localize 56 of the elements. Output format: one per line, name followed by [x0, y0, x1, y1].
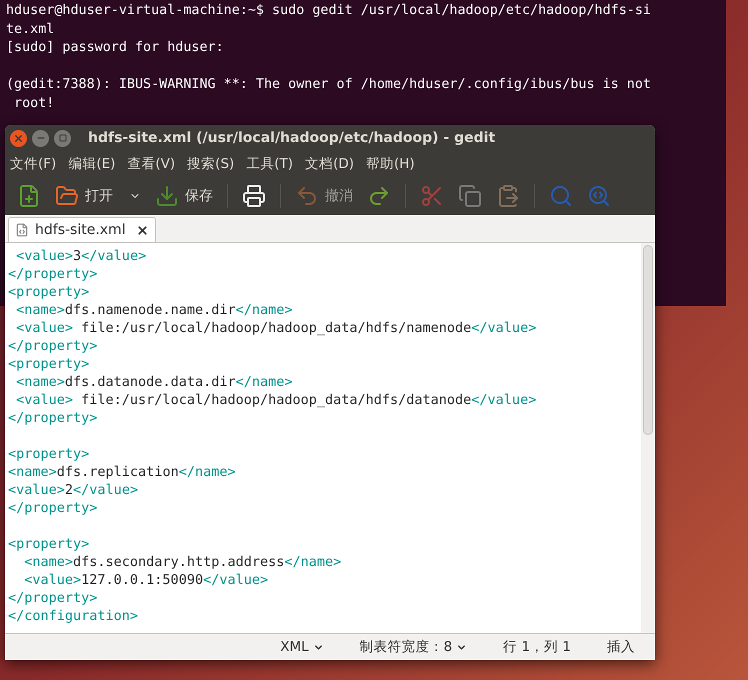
code-line: <name>dfs.namenode.name.dir</name>	[15, 301, 292, 319]
menu-item[interactable]: 工具(T)	[245, 154, 294, 174]
maximize-button[interactable]	[54, 130, 71, 146]
status-dropdown[interactable]: 制表符宽度：8	[360, 636, 468, 658]
code-line: </configuration>	[8, 607, 138, 625]
code-line: </property>	[8, 499, 98, 517]
file-icon	[15, 223, 29, 237]
menu-item[interactable]: 搜索(S)	[186, 154, 236, 174]
code-line: <value>2</value>	[8, 481, 138, 499]
copy-icon	[458, 184, 482, 208]
status-dropdown[interactable]: XML	[280, 636, 324, 658]
print-icon	[242, 184, 266, 208]
code-line: <value> file:/usr/local/hadoop/hadoop_data/hdfs/namenode</value>	[15, 319, 536, 337]
close-tab-icon[interactable]	[136, 224, 149, 236]
maximize-icon	[58, 134, 66, 142]
cut-icon	[420, 184, 444, 208]
code-line: </property>	[8, 589, 98, 607]
scrollbar[interactable]	[641, 243, 655, 633]
code-line: <name>dfs.replication</name>	[8, 463, 236, 481]
code-line: <value>3</value>	[15, 247, 146, 265]
code-line: <value> file:/usr/local/hadoop/hadoop_data/hdfs/datanode</value>	[15, 391, 536, 409]
code-line: <value>127.0.0.1:50090</value>	[23, 571, 268, 589]
close-button[interactable]	[10, 130, 27, 146]
terminal-line: [sudo] password for hduser:	[6, 39, 224, 58]
code-line: <property>	[8, 445, 90, 463]
file-tab[interactable]: hdfs-site.xml	[8, 217, 156, 242]
menu-item[interactable]: 文档(D)	[304, 154, 355, 174]
code-line: <property>	[8, 535, 90, 553]
undo-icon	[295, 184, 319, 208]
code-line: </property>	[8, 409, 98, 427]
menu-item[interactable]: 查看(V)	[126, 154, 176, 174]
status-text: 行 1，列 1	[503, 638, 571, 657]
paste-icon	[496, 184, 520, 208]
code-line: <name>dfs.datanode.data.dir</name>	[15, 373, 292, 391]
find-icon	[549, 184, 573, 208]
save-button[interactable]: 保存	[151, 181, 217, 211]
text-editor[interactable]	[5, 242, 655, 633]
new-icon	[17, 184, 41, 208]
minimize-button[interactable]	[32, 130, 49, 146]
code-line: <property>	[8, 355, 90, 373]
terminal-line: hduser@hduser-virtual-machine:~$ sudo gedit /usr/local/hadoop/etc/hadoop/hdfs-si	[6, 2, 651, 20]
code-line: </property>	[8, 337, 98, 355]
window-title: hdfs-site.xml (/usr/local/hadoop/etc/hadoop) - gedit	[88, 128, 496, 148]
close-icon	[13, 132, 24, 144]
redo-icon	[367, 184, 391, 208]
open-button[interactable]: 打开	[51, 181, 145, 211]
status-text: 插入	[607, 638, 635, 657]
terminal-line: (gedit:7388): IBUS-WARNING **: The owner of /home/hduser/.config/ibus/bus is not	[6, 76, 651, 94]
terminal-line: te.xml	[6, 20, 54, 39]
code-line: <property>	[8, 283, 90, 301]
code-line: <name>dfs.secondary.http.address</name>	[23, 553, 342, 571]
menu-item[interactable]: 帮助(H)	[365, 154, 416, 174]
code-line: </property>	[8, 265, 98, 283]
menu-item[interactable]: 文件(F)	[9, 154, 58, 174]
menu-item[interactable]: 编辑(E)	[67, 154, 116, 174]
terminal-line: root!	[13, 94, 54, 113]
